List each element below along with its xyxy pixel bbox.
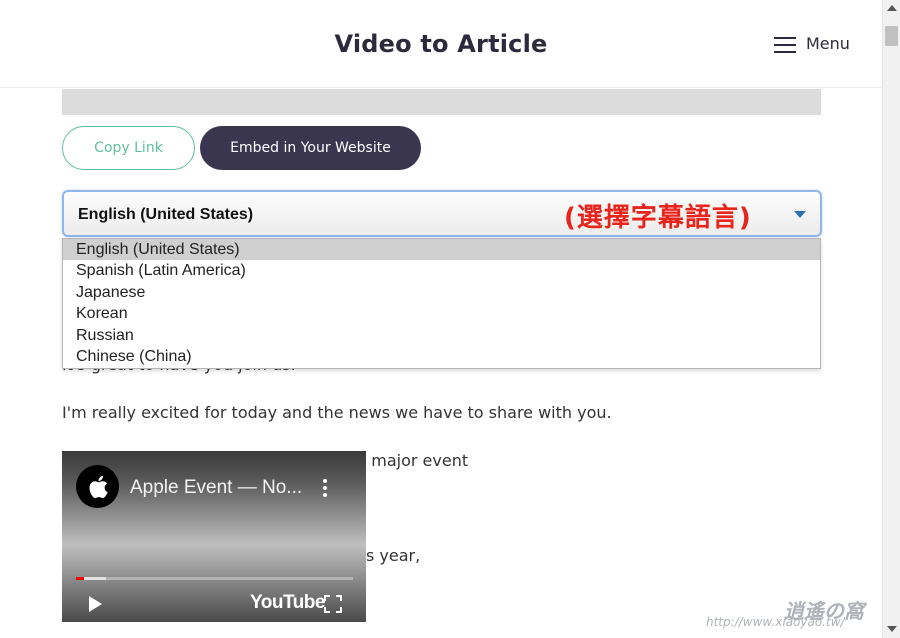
hamburger-icon	[774, 36, 796, 53]
menu-button[interactable]: Menu	[774, 34, 850, 53]
language-option[interactable]: Spanish (Latin America)	[63, 260, 820, 281]
more-options-icon[interactable]	[323, 479, 327, 497]
video-placeholder-bar	[62, 89, 821, 115]
video-title[interactable]: Apple Event — No...	[130, 477, 302, 499]
watermark-url: http://www.xiaoyao.tw/	[706, 615, 845, 629]
watermark: 逍遙の窩 http://www.xiaoyao.tw/	[706, 595, 876, 631]
video-progress-bar[interactable]	[76, 577, 353, 580]
language-option[interactable]: Chinese (China)	[63, 346, 820, 367]
site-header: Video to Article Menu	[0, 0, 882, 88]
scrollbar-thumb[interactable]	[885, 26, 898, 46]
language-select-value: English (United States)	[78, 206, 254, 223]
page-title: Video to Article	[334, 30, 548, 58]
fullscreen-icon[interactable]	[324, 595, 342, 613]
language-annotation: (選擇字幕語言)	[564, 203, 752, 233]
language-option[interactable]: English (United States)	[63, 239, 820, 260]
article-line-3: d major event	[356, 451, 469, 470]
youtube-logo[interactable]: YouTube	[250, 592, 325, 614]
play-icon[interactable]	[89, 596, 102, 612]
language-option[interactable]: Japanese	[63, 282, 820, 303]
article-line-4: s year,	[366, 546, 421, 565]
apple-logo-icon[interactable]	[76, 465, 119, 508]
embed-button[interactable]: Embed in Your Website	[200, 126, 421, 170]
video-progress-played	[76, 577, 84, 580]
scrollbar[interactable]	[882, 0, 900, 638]
menu-label: Menu	[806, 34, 850, 53]
article-line-2: I'm really excited for today and the new…	[62, 403, 612, 422]
language-select[interactable]: English (United States) (選擇字幕語言)	[62, 190, 822, 237]
language-dropdown-list: English (United States) Spanish (Latin A…	[62, 238, 821, 369]
video-player[interactable]: Apple Event — No... YouTube	[62, 451, 366, 622]
page: Video to Article Menu Copy Link Embed in…	[0, 0, 900, 638]
copy-link-button[interactable]: Copy Link	[62, 126, 195, 170]
scroll-down-icon[interactable]	[887, 626, 897, 632]
chevron-down-icon	[794, 211, 806, 218]
scroll-up-icon[interactable]	[887, 5, 897, 11]
language-option[interactable]: Russian	[63, 325, 820, 346]
language-option[interactable]: Korean	[63, 303, 820, 324]
